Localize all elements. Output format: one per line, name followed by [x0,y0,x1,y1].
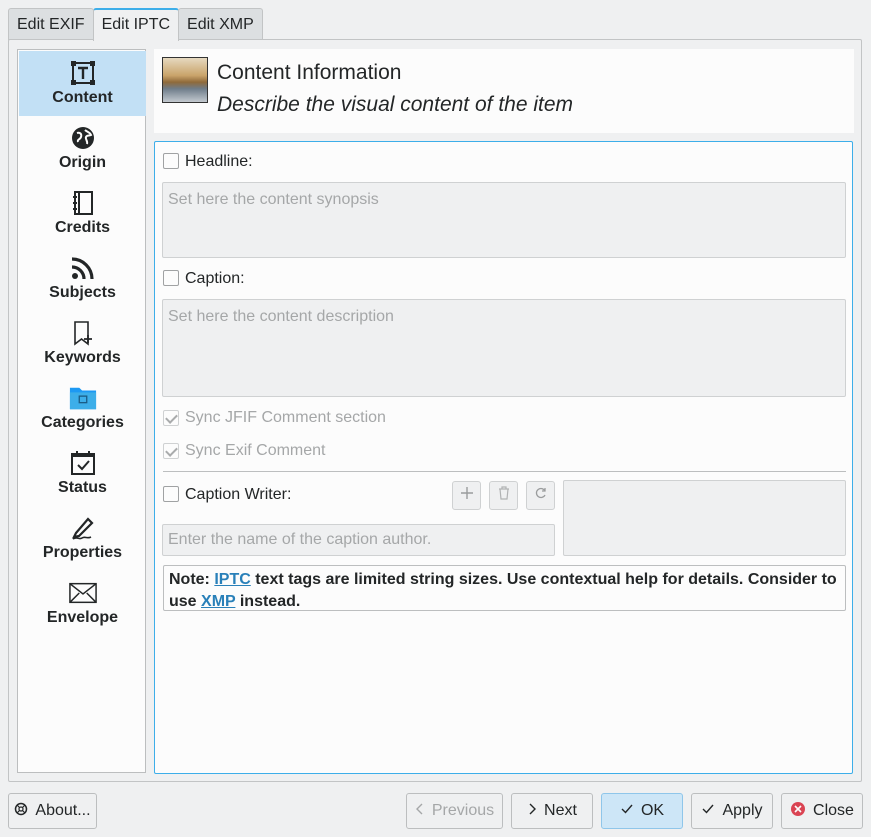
refresh-icon [534,486,548,505]
caption-writer-input[interactable]: Enter the name of the caption author. [162,524,555,556]
calendar-check-icon [69,449,97,477]
sidebar-item-subjects[interactable]: Subjects [19,246,146,311]
ok-label: OK [640,802,665,819]
sidebar-item-label: Origin [58,154,107,171]
text-frame-icon [69,59,97,87]
headline-checkbox[interactable] [163,153,179,169]
section-divider [163,471,846,472]
iptc-note: Note: IPTC text tags are limited string … [163,565,846,611]
ok-button[interactable]: OK [601,793,683,829]
apply-button[interactable]: Apply [691,793,773,829]
iptc-link[interactable]: IPTC [214,571,250,588]
checkmark-icon [701,802,715,821]
caption-textarea[interactable]: Set here the content description [162,299,846,397]
plus-icon [460,486,474,505]
page-title: Content Information [217,61,402,84]
content-panel: Headline: Set here the content synopsis … [154,141,853,774]
sidebar-item-label: Credits [54,219,111,236]
sync-exif-label: Sync Exif Comment [185,442,326,459]
note-prefix: Note: [169,571,215,588]
caption-label: Caption: [185,270,245,287]
caption-writer-label: Caption Writer: [185,486,292,503]
image-thumbnail [162,57,208,103]
caption-writer-checkbox[interactable] [163,486,179,502]
sidebar-item-label: Subjects [49,284,116,301]
trash-icon [497,486,511,505]
caption-checkbox[interactable] [163,270,179,286]
sidebar-item-status[interactable]: Status [19,441,146,506]
notebook-icon [69,189,97,217]
sidebar-item-credits[interactable]: Credits [19,181,146,246]
sidebar-item-properties[interactable]: Properties [19,506,146,571]
about-label: About... [35,802,91,819]
chevron-left-icon [415,802,425,821]
sidebar-item-content[interactable]: Content [19,51,146,116]
tab-edit-xmp[interactable]: Edit XMP [178,8,263,40]
pen-icon [69,514,97,542]
rss-icon [69,254,97,282]
sync-jfif-checkbox[interactable] [163,410,179,426]
tab-edit-exif[interactable]: Edit EXIF [8,8,94,40]
tab-bar: Edit EXIF Edit IPTC Edit XMP [8,8,263,41]
envelope-icon [68,579,97,607]
sidebar-item-label: Properties [42,544,123,561]
note-suffix: instead. [235,593,301,610]
caption-writer-list[interactable] [563,480,846,556]
replace-button[interactable] [526,481,555,510]
checkmark-icon [620,802,634,821]
folder-image-icon [69,384,97,412]
next-label: Next [544,802,577,819]
next-button[interactable]: Next [511,793,593,829]
page-subtitle: Describe the visual content of the item [217,93,574,116]
delete-button[interactable] [489,481,518,510]
info-icon [14,802,28,821]
close-icon [790,801,806,822]
sidebar-item-envelope[interactable]: Envelope [19,571,146,636]
xmp-link[interactable]: XMP [201,593,235,610]
bookmark-add-icon [69,319,97,347]
sidebar-item-label: Content [52,89,113,106]
add-button[interactable] [452,481,481,510]
headline-textarea[interactable]: Set here the content synopsis [162,182,846,258]
apply-label: Apply [722,802,763,819]
sidebar-item-label: Envelope [46,609,119,626]
sidebar-item-label: Categories [41,414,124,431]
page-header: Content Information Describe the visual … [154,49,854,133]
sync-jfif-label: Sync JFIF Comment section [185,409,386,426]
sidebar-item-label: Keywords [44,349,121,366]
previous-label: Previous [431,802,495,819]
sidebar-item-origin[interactable]: Origin [19,116,146,181]
sidebar-item-categories[interactable]: Categories [19,376,146,441]
sidebar: Content Origin Credits Subjects Keywords… [17,49,146,773]
about-button[interactable]: About... [8,793,97,829]
previous-button[interactable]: Previous [406,793,503,829]
close-button[interactable]: Close [781,793,863,829]
sidebar-item-keywords[interactable]: Keywords [19,311,146,376]
chevron-right-icon [527,802,537,821]
globe-icon [69,124,97,152]
headline-label: Headline: [185,153,253,170]
close-label: Close [813,802,854,819]
sidebar-item-label: Status [58,479,107,496]
sync-exif-checkbox[interactable] [163,443,179,459]
tab-edit-iptc[interactable]: Edit IPTC [92,8,180,41]
